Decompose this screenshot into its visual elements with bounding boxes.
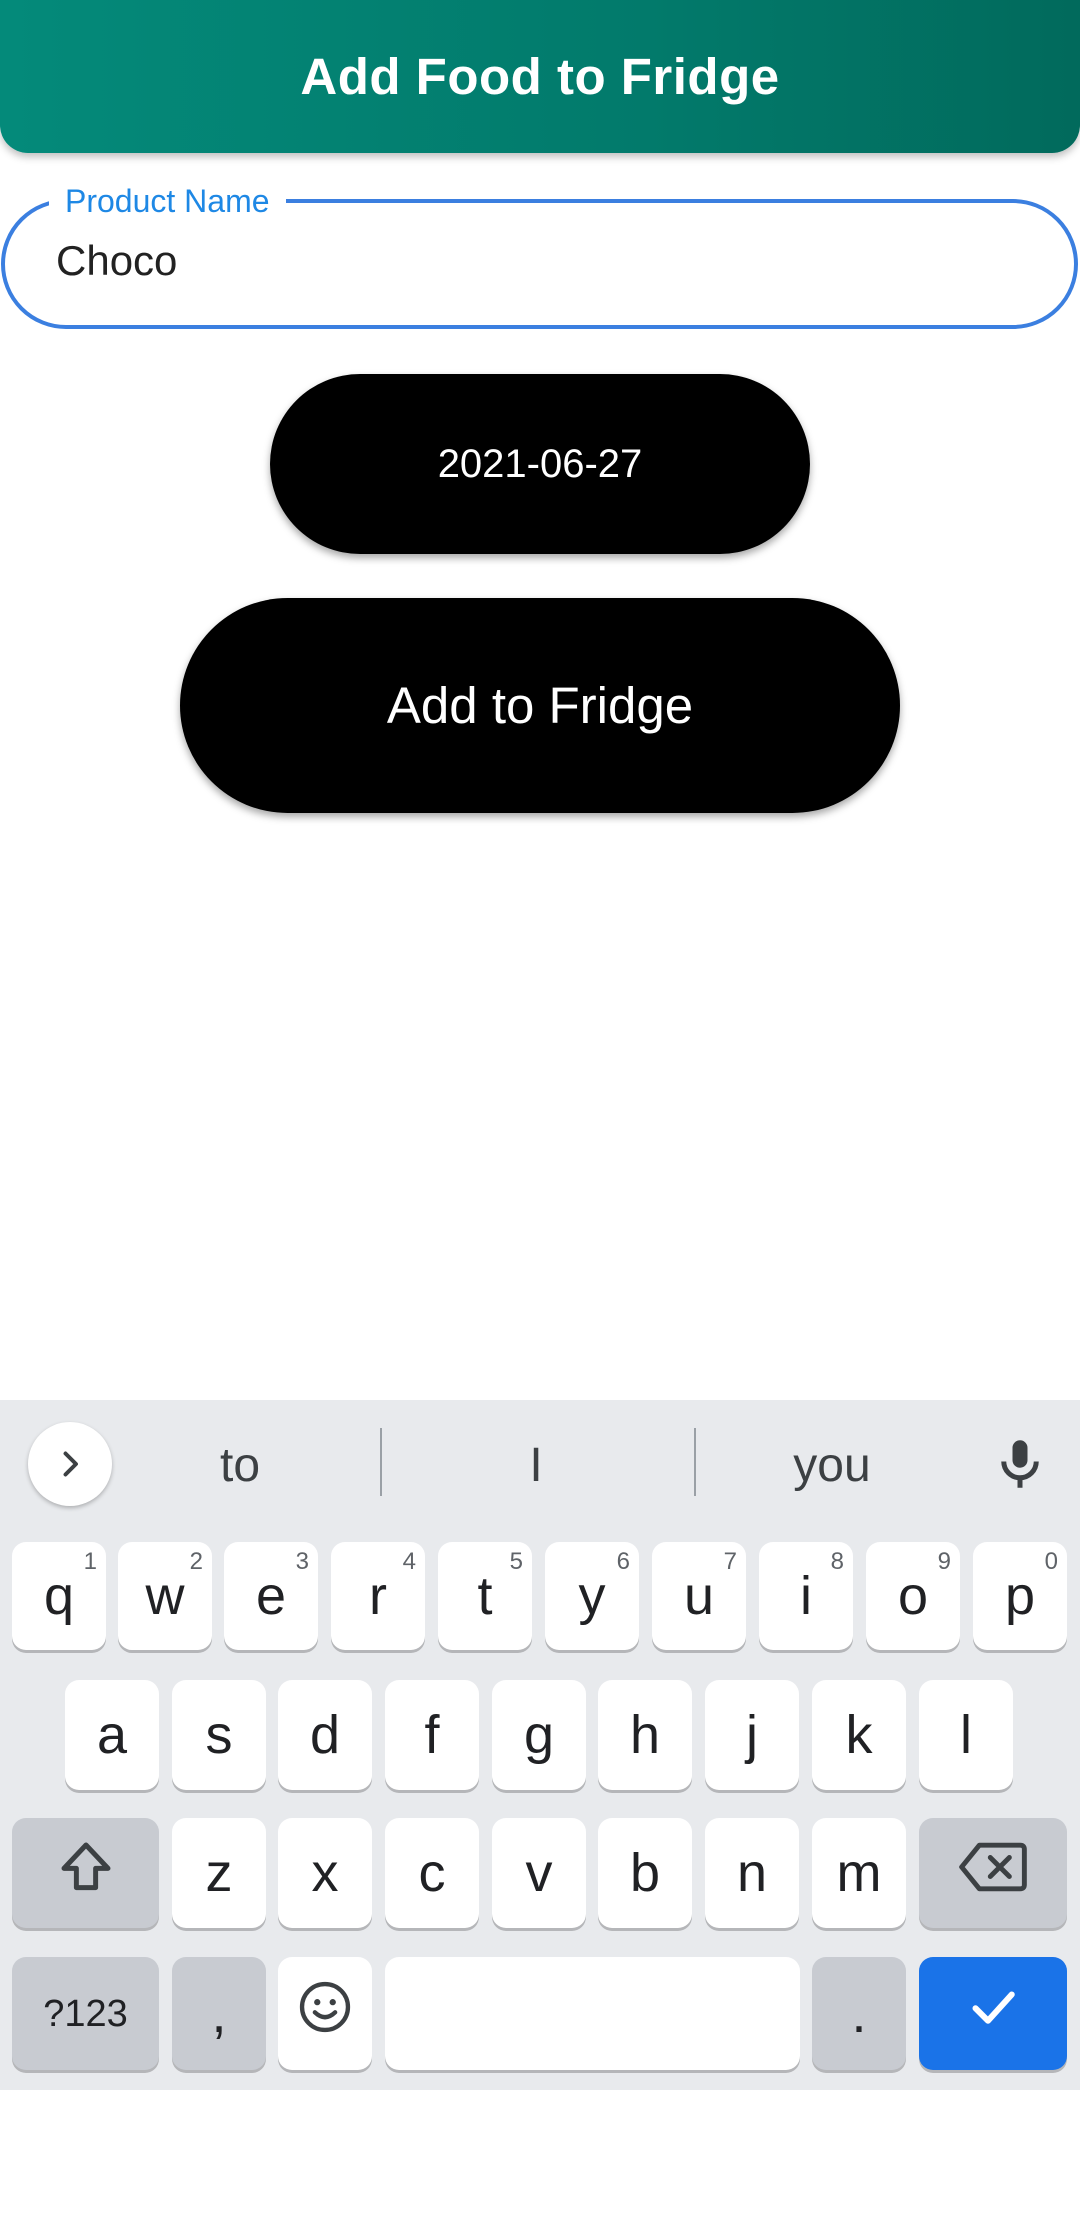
key-r[interactable]: r4	[331, 1542, 425, 1650]
expiry-date-label: 2021-06-27	[437, 441, 643, 486]
add-to-fridge-button[interactable]: Add to Fridge	[180, 598, 900, 813]
key-i[interactable]: i8	[759, 1542, 853, 1650]
checkmark-icon	[963, 1977, 1023, 2050]
add-to-fridge-label: Add to Fridge	[386, 677, 694, 734]
key-l[interactable]: l	[919, 1680, 1013, 1790]
emoji-key[interactable]	[278, 1957, 372, 2070]
key-b[interactable]: b	[598, 1818, 692, 1928]
key-d[interactable]: d	[278, 1680, 372, 1790]
product-name-label: Product Name	[49, 182, 286, 220]
key-h[interactable]: h	[598, 1680, 692, 1790]
key-t[interactable]: t5	[438, 1542, 532, 1650]
product-name-field[interactable]: Product Name Choco	[1, 182, 1078, 329]
shift-key[interactable]	[12, 1818, 159, 1928]
key-s[interactable]: s	[172, 1680, 266, 1790]
screen: Add Food to Fridge Product Name Choco 20…	[0, 0, 1080, 2220]
period-key[interactable]: .	[812, 1957, 906, 2070]
chevron-right-icon[interactable]	[28, 1422, 112, 1506]
key-f[interactable]: f	[385, 1680, 479, 1790]
symbols-key[interactable]: ?123	[12, 1957, 159, 2070]
app-bar-title: Add Food to Fridge	[300, 48, 780, 105]
comma-key[interactable]: ,	[172, 1957, 266, 2070]
app-bar: Add Food to Fridge	[0, 0, 1080, 153]
key-q[interactable]: q1	[12, 1542, 106, 1650]
suggestion-divider	[380, 1428, 382, 1496]
key-p[interactable]: p0	[973, 1542, 1067, 1650]
backspace-icon	[957, 1837, 1029, 1910]
key-j[interactable]: j	[705, 1680, 799, 1790]
shift-icon	[53, 1834, 119, 1913]
navigation-area	[0, 2090, 1080, 2220]
space-key[interactable]	[385, 1957, 800, 2070]
key-y[interactable]: y6	[545, 1542, 639, 1650]
key-z[interactable]: z	[172, 1818, 266, 1928]
soft-keyboard: to I you q1 w2 e3 r4 t5 y6 u7 i8 o9 p0 a…	[0, 1400, 1080, 2090]
key-a[interactable]: a	[65, 1680, 159, 1790]
key-g[interactable]: g	[492, 1680, 586, 1790]
key-n[interactable]: n	[705, 1818, 799, 1928]
product-name-value[interactable]: Choco	[56, 237, 177, 285]
emoji-icon	[296, 1978, 354, 2049]
key-e[interactable]: e3	[224, 1542, 318, 1650]
suggestion-bar: to I you	[0, 1400, 1080, 1540]
key-u[interactable]: u7	[652, 1542, 746, 1650]
key-c[interactable]: c	[385, 1818, 479, 1928]
key-m[interactable]: m	[812, 1818, 906, 1928]
key-k[interactable]: k	[812, 1680, 906, 1790]
key-x[interactable]: x	[278, 1818, 372, 1928]
expiry-date-button[interactable]: 2021-06-27	[270, 374, 810, 554]
key-v[interactable]: v	[492, 1818, 586, 1928]
enter-key[interactable]	[919, 1957, 1067, 2070]
backspace-key[interactable]	[919, 1818, 1067, 1928]
suggestion-3[interactable]: you	[732, 1430, 932, 1500]
microphone-icon[interactable]	[990, 1434, 1050, 1494]
key-w[interactable]: w2	[118, 1542, 212, 1650]
suggestion-2[interactable]: I	[436, 1430, 636, 1500]
key-o[interactable]: o9	[866, 1542, 960, 1650]
suggestion-1[interactable]: to	[140, 1430, 340, 1500]
suggestion-divider	[694, 1428, 696, 1496]
